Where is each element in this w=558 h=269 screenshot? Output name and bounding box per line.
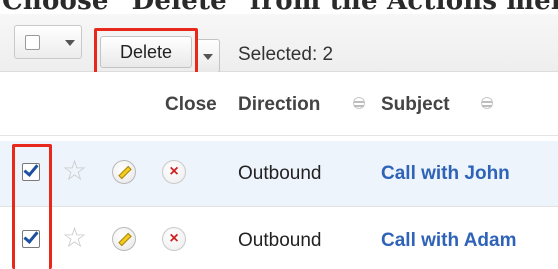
subject-link[interactable]: Call with John xyxy=(381,163,510,185)
page-heading: Choose "Delete" from the Actions menu xyxy=(0,0,558,14)
chevron-down-icon[interactable] xyxy=(65,40,75,46)
select-all-checkbox[interactable] xyxy=(25,35,40,50)
star-icon[interactable]: ☆ xyxy=(62,223,87,253)
selected-label: Selected: xyxy=(238,44,318,65)
row-checkbox[interactable] xyxy=(22,161,40,181)
edit-pencil-icon[interactable] xyxy=(112,227,136,251)
selected-number: 2 xyxy=(322,44,334,65)
delete-button[interactable]: Delete xyxy=(100,36,192,68)
checkmark-icon xyxy=(23,228,39,244)
column-header-direction[interactable]: Direction xyxy=(238,94,320,116)
row-checkbox[interactable] xyxy=(22,228,40,248)
actions-menu-toggle[interactable] xyxy=(198,39,220,73)
close-icon[interactable]: × xyxy=(162,160,186,184)
selected-count: Selected: 2 xyxy=(238,44,333,66)
close-icon[interactable]: × xyxy=(162,227,186,251)
delete-button-highlight: Delete xyxy=(94,28,198,76)
checkmark-icon xyxy=(23,161,39,177)
sort-icon[interactable] xyxy=(481,96,493,112)
star-icon[interactable]: ☆ xyxy=(62,156,87,186)
column-header-close: Close xyxy=(165,94,217,115)
edit-pencil-icon[interactable] xyxy=(112,160,136,184)
chevron-down-icon xyxy=(203,54,213,60)
table-row: ☆ × Outbound Call with John xyxy=(0,141,558,207)
column-header-subject[interactable]: Subject xyxy=(381,94,450,116)
table-header: Close Direction Subject xyxy=(0,72,558,136)
sort-icon[interactable] xyxy=(353,96,365,112)
direction-cell: Outbound xyxy=(238,163,322,184)
direction-cell: Outbound xyxy=(238,230,322,251)
subject-link[interactable]: Call with Adam xyxy=(381,230,516,252)
table-row: ☆ × Outbound Call with Adam xyxy=(0,208,558,269)
select-all-dropdown[interactable] xyxy=(14,25,82,59)
list-toolbar: Delete Selected: 2 xyxy=(0,14,558,76)
